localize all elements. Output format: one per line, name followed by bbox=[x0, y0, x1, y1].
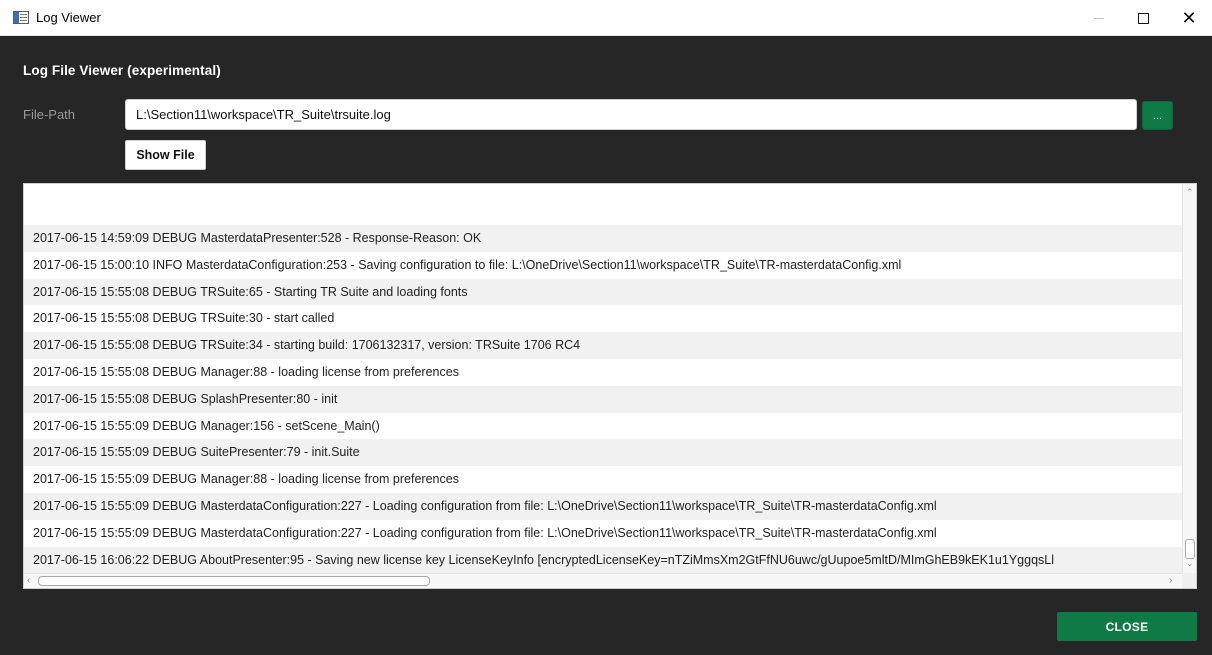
browse-button[interactable]: ... bbox=[1142, 101, 1173, 130]
log-line: 2017-06-15 15:55:08 DEBUG Manager:88 - l… bbox=[24, 358, 1182, 386]
show-file-button[interactable]: Show File bbox=[125, 140, 206, 170]
page-title: Log File Viewer (experimental) bbox=[23, 63, 221, 78]
scroll-down-icon[interactable]: ⌄ bbox=[1186, 558, 1194, 569]
file-path-input[interactable] bbox=[125, 99, 1137, 130]
maximize-icon bbox=[1137, 12, 1149, 24]
log-line: 2017-06-15 15:55:09 DEBUG Manager:88 - l… bbox=[24, 466, 1182, 493]
log-line: 2017-06-15 15:55:09 DEBUG Manager:156 - … bbox=[24, 412, 1182, 440]
log-line: 2017-06-15 15:55:08 DEBUG TRSuite:30 - s… bbox=[24, 305, 1182, 333]
log-line: 2017-06-15 15:55:09 DEBUG MasterdataConf… bbox=[24, 519, 1182, 547]
scroll-left-icon[interactable]: ‹ bbox=[27, 575, 30, 586]
log-line: 2017-06-15 15:00:10 INFO MasterdataConfi… bbox=[24, 251, 1182, 279]
log-line: 2017-06-15 16:06:22 DEBUG AboutPresenter… bbox=[24, 546, 1182, 574]
scroll-right-icon[interactable]: › bbox=[1169, 575, 1172, 586]
app-window-icon bbox=[13, 11, 29, 24]
scroll-up-icon[interactable]: ⌃ bbox=[1186, 187, 1194, 198]
minimize-button[interactable] bbox=[1076, 0, 1122, 36]
close-icon: ✕ bbox=[1181, 7, 1197, 28]
window-close-button[interactable]: ✕ bbox=[1166, 0, 1212, 36]
scrollbar-corner bbox=[1182, 573, 1196, 588]
close-button[interactable]: CLOSE bbox=[1057, 612, 1197, 641]
log-line: 2017-06-15 15:55:08 DEBUG SplashPresente… bbox=[24, 385, 1182, 413]
log-line: 2017-06-15 15:55:09 DEBUG SuitePresenter… bbox=[24, 439, 1182, 467]
log-list: 2017-06-15 14:59:09 DEBUG MasterdataPres… bbox=[24, 225, 1182, 574]
log-line: 2017-06-15 15:55:08 DEBUG TRSuite:34 - s… bbox=[24, 332, 1182, 359]
horizontal-scroll-thumb[interactable] bbox=[38, 576, 430, 586]
title-bar: Log Viewer ✕ bbox=[0, 0, 1212, 36]
horizontal-scrollbar[interactable]: ‹ › bbox=[24, 573, 1182, 588]
minimize-icon bbox=[1094, 17, 1104, 19]
log-text-area[interactable]: 2017-06-15 14:59:09 DEBUG MasterdataPres… bbox=[23, 183, 1197, 589]
log-line: 2017-06-15 15:55:09 DEBUG MasterdataConf… bbox=[24, 492, 1182, 520]
file-path-label: File-Path bbox=[23, 107, 76, 122]
window-title: Log Viewer bbox=[36, 10, 101, 25]
vertical-scrollbar[interactable]: ⌃ ⌄ bbox=[1182, 184, 1196, 574]
maximize-button[interactable] bbox=[1120, 0, 1166, 36]
log-line: 2017-06-15 15:55:08 DEBUG TRSuite:65 - S… bbox=[24, 278, 1182, 306]
log-line: 2017-06-15 14:59:09 DEBUG MasterdataPres… bbox=[24, 225, 1182, 252]
vertical-scroll-thumb[interactable] bbox=[1185, 539, 1195, 559]
